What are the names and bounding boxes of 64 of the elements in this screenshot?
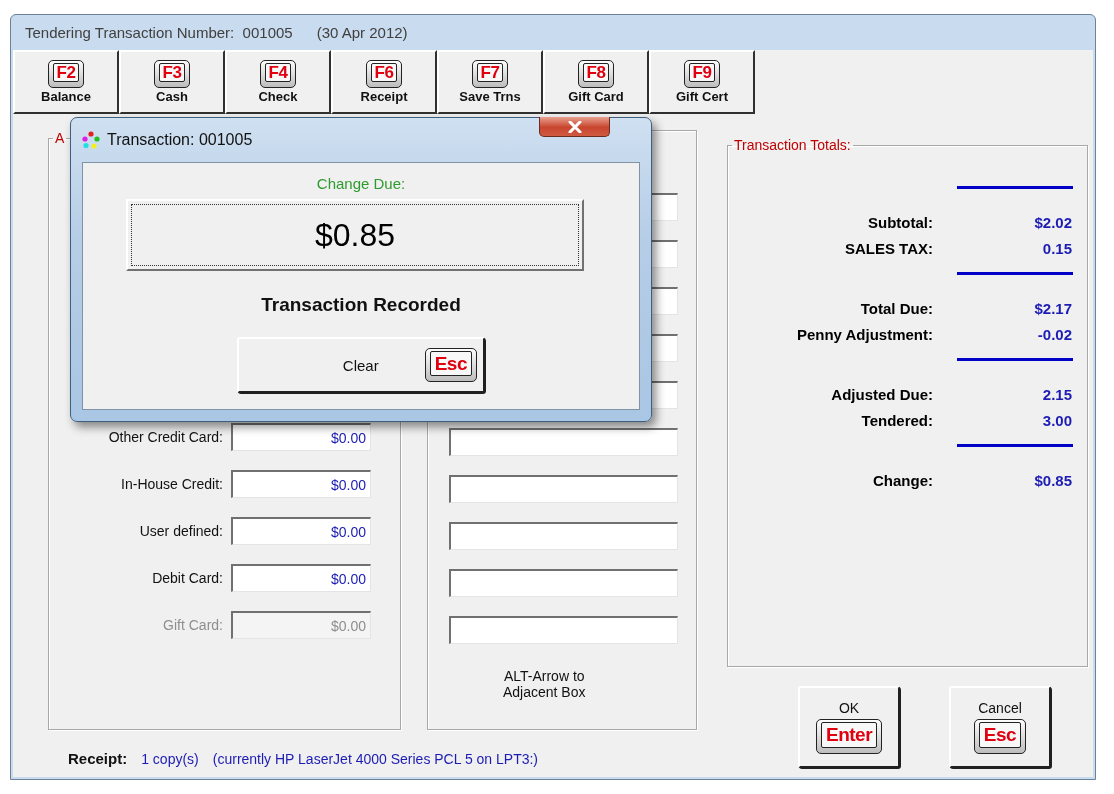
total-label: Total Due: (859, 299, 933, 319)
app-icon (82, 131, 100, 149)
amount-field[interactable]: $0.00 (231, 564, 371, 592)
change-amount: $0.85 (126, 199, 584, 271)
close-icon (567, 120, 582, 133)
dialog-button[interactable]: Cancel Esc (949, 686, 1051, 768)
key-cap: Enter (815, 719, 883, 754)
hint-text: ALT-Arrow to Adjacent Box (503, 668, 586, 701)
dialog-title: Transaction: 001005 (107, 131, 253, 149)
input-field[interactable] (449, 569, 678, 597)
total-label: Tendered: (860, 411, 933, 431)
total-label: SALES TAX: (843, 239, 933, 259)
dialog-button[interactable]: OK Enter (798, 686, 900, 768)
total-label: Subtotal: (867, 213, 933, 233)
transaction-date: (30 Apr 2012) (316, 24, 408, 41)
input-field[interactable] (449, 475, 678, 503)
total-value: $0.85 (1033, 471, 1072, 491)
key-cap: F9 (683, 59, 721, 89)
input-field[interactable] (449, 522, 678, 550)
total-value: $2.17 (1033, 299, 1072, 319)
field-label: Gift Card: (162, 617, 223, 633)
amount-field[interactable]: $0.00 (231, 470, 371, 498)
key-cap: Esc (424, 347, 477, 383)
total-value: 3.00 (1041, 411, 1072, 431)
total-value: 2.15 (1041, 385, 1072, 405)
toolbar-button[interactable]: F2 Balance (13, 50, 119, 114)
field-label: In-House Credit: (120, 476, 223, 492)
toolbar-button[interactable]: F6 Receipt (331, 50, 437, 114)
printer-info: (currently HP LaserJet 4000 Series PCL 5 on LPT3:) (212, 751, 539, 767)
field-label: Debit Card: (151, 570, 223, 586)
field-label: Other Credit Card: (107, 429, 223, 445)
status-message: Transaction Recorded (261, 294, 461, 316)
close-button[interactable] (539, 117, 610, 137)
key-cap: F8 (577, 59, 615, 89)
key-cap: F3 (153, 59, 191, 89)
key-cap: F4 (259, 59, 297, 89)
amount-field: $0.00 (231, 611, 371, 639)
key-cap: F7 (471, 59, 509, 89)
group-title: Transaction Totals: (733, 137, 852, 153)
total-value: $2.02 (1033, 213, 1072, 233)
group-title: A (54, 130, 66, 146)
change-due-label: Change Due: (316, 175, 406, 192)
key-cap: Esc (973, 719, 1027, 754)
total-value: 0.15 (1041, 239, 1072, 259)
input-field[interactable] (449, 616, 678, 644)
field-label: User defined: (138, 523, 223, 539)
total-label: Adjusted Due: (830, 385, 933, 405)
amount-field[interactable]: $0.00 (231, 423, 371, 451)
amount-field[interactable]: $0.00 (231, 517, 371, 545)
total-value: -0.02 (1036, 325, 1072, 345)
window-title: Tendering Transaction Number: 001005 (25, 24, 293, 41)
key-cap: F6 (365, 59, 403, 89)
input-field[interactable] (449, 428, 678, 456)
receipt-copies: 1 copy(s) (141, 751, 199, 767)
total-label: Penny Adjustment: (795, 325, 933, 345)
receipt-label: Receipt: (68, 750, 128, 767)
toolbar-button[interactable]: F8 Gift Card (543, 50, 649, 114)
total-label: Change: (872, 471, 933, 491)
toolbar-button[interactable]: F7 Save Trns (437, 50, 543, 114)
toolbar-button[interactable]: F3 Cash (119, 50, 225, 114)
clear-button[interactable]: Clear Esc (237, 337, 485, 393)
toolbar-button[interactable]: F4 Check (225, 50, 331, 114)
toolbar-button[interactable]: F9 Gift Cert (649, 50, 755, 114)
key-cap: F2 (47, 59, 85, 89)
